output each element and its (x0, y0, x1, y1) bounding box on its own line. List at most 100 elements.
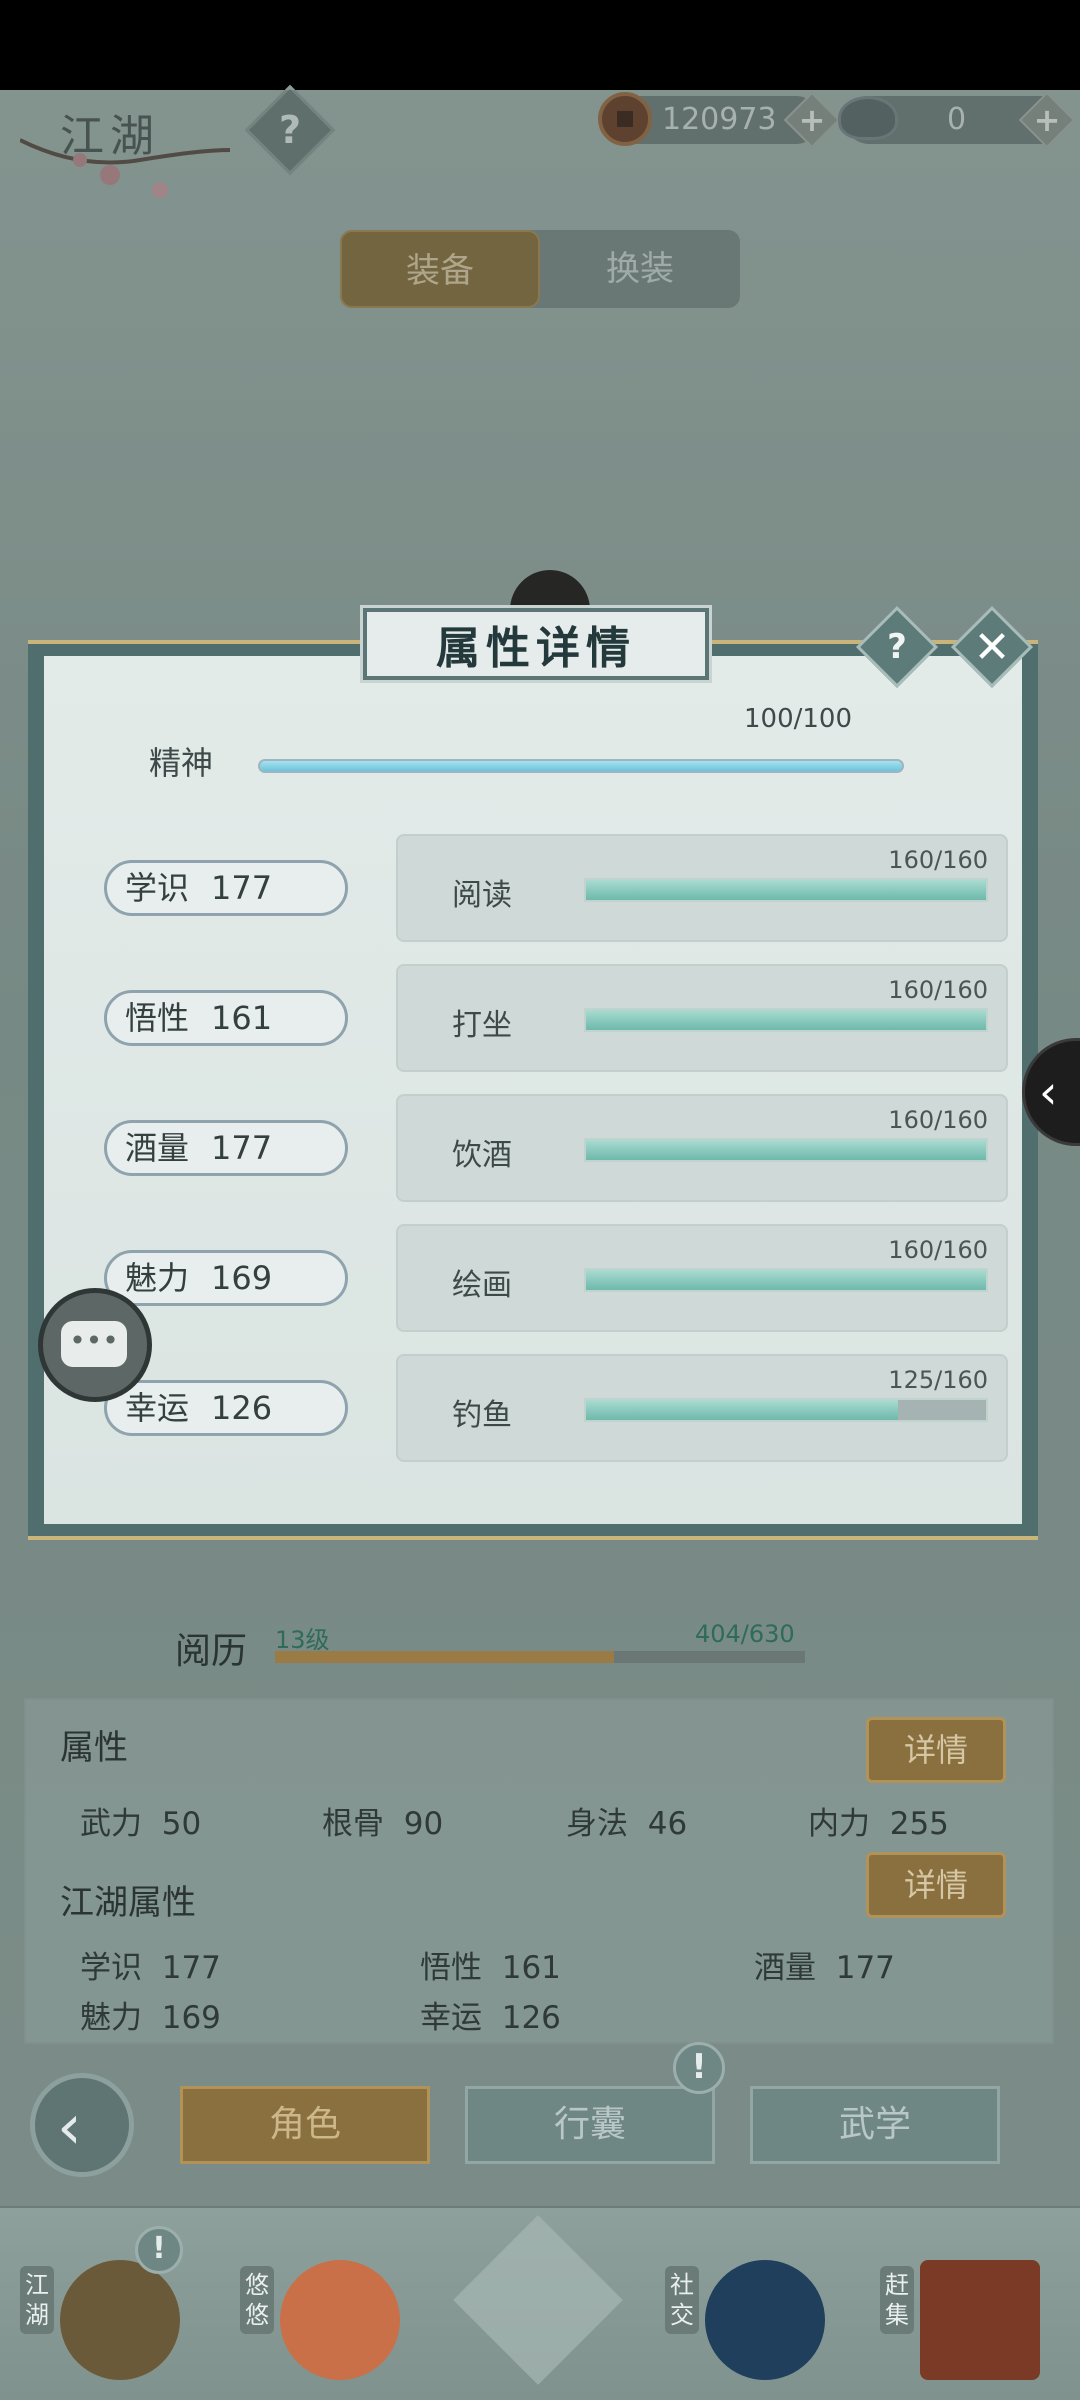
jianghu-stat-item: 幸运 126 (420, 1992, 561, 2037)
attributes-title: 属性 (60, 1728, 128, 1768)
activity-value: 160/160 (888, 1106, 988, 1134)
stat-value: 177 (161, 1950, 221, 1986)
experience-level: 13级 (275, 1626, 330, 1654)
activity-value: 125/160 (888, 1366, 988, 1394)
stat-name: 内力 (808, 1806, 870, 1842)
activity-row-1: 打坐 160/160 (396, 964, 1008, 1072)
attr-value: 177 (211, 1129, 273, 1167)
silver-ingot-icon (838, 96, 898, 140)
stat-name: 身法 (566, 1806, 628, 1842)
dock-label: 社交 (665, 2266, 699, 2334)
attr-pill-0: 学识 177 (104, 860, 348, 916)
stat-name: 武力 (80, 1806, 142, 1842)
experience-value: 404/630 (695, 1620, 795, 1648)
jianghu-detail-button[interactable]: 详情 (866, 1852, 1006, 1918)
activity-row-0: 阅读 160/160 (396, 834, 1008, 942)
attr-name: 酒量 (125, 1129, 190, 1167)
spirit-label: 精神 (149, 744, 214, 782)
activity-bar (584, 1138, 988, 1162)
tab-inventory[interactable]: 行囊 (465, 2086, 715, 2164)
attr-value: 161 (211, 999, 273, 1037)
tab-martial-arts[interactable]: 武学 (750, 2086, 1000, 2164)
copper-coin-icon (598, 92, 652, 146)
activity-bar (584, 1268, 988, 1292)
experience-bar (275, 1651, 805, 1663)
stat-name: 悟性 (420, 1950, 482, 1986)
tab-outfit[interactable]: 换装 (540, 230, 740, 308)
spirit-bar (258, 759, 904, 773)
activity-name: 阅读 (452, 878, 512, 913)
modal-title: 属性详情 (436, 623, 636, 674)
attr-name: 幸运 (125, 1389, 190, 1427)
chevron-left-icon: ‹ (1039, 1065, 1058, 1119)
inventory-alert-icon: ! (673, 2042, 725, 2094)
stat-value: 90 (403, 1806, 444, 1842)
modal-body: 精神 100/100 学识 177 阅读 160/160 悟性 161 打坐 160… (44, 656, 1022, 1524)
wave-icon (705, 2260, 825, 2380)
chat-icon: ••• (61, 1321, 127, 1367)
attr-name: 学识 (125, 869, 190, 907)
activity-value: 160/160 (888, 846, 988, 874)
jianghu-stat-item: 悟性 161 (420, 1942, 561, 1987)
activity-name: 饮酒 (452, 1138, 512, 1173)
jianghu-stat-item: 酒量 177 (754, 1942, 895, 1987)
experience-bar-fill (275, 1651, 615, 1663)
stat-item: 身法 46 (566, 1798, 687, 1843)
activity-bar-fill (586, 880, 986, 900)
activity-bar-fill (586, 1140, 986, 1160)
stat-item: 武力 50 (80, 1798, 201, 1843)
attr-pill-1: 悟性 161 (104, 990, 348, 1046)
activity-value: 160/160 (888, 1236, 988, 1264)
swallow-sun-icon (280, 2260, 400, 2380)
dock-youyou[interactable]: 悠悠 (240, 2240, 410, 2390)
attr-pill-2: 酒量 177 (104, 1120, 348, 1176)
stat-item: 内力 255 (808, 1798, 949, 1843)
tab-equipment[interactable]: 装备 (340, 230, 540, 308)
attribute-detail-modal: 精神 100/100 学识 177 阅读 160/160 悟性 161 打坐 160… (28, 605, 1038, 1540)
stat-name: 幸运 (420, 2000, 482, 2036)
coin-value: 120973 (662, 102, 777, 137)
question-icon: ? (887, 627, 907, 667)
stat-value: 50 (161, 1806, 202, 1842)
stat-name: 学识 (80, 1950, 142, 1986)
activity-bar-fill (586, 1010, 986, 1030)
activity-bar (584, 1008, 988, 1032)
spirit-value: 100/100 (744, 704, 853, 734)
activity-name: 钓鱼 (452, 1398, 512, 1433)
dock-social[interactable]: 社交 (665, 2240, 835, 2390)
stat-value: 169 (161, 2000, 221, 2036)
activity-row-3: 绘画 160/160 (396, 1224, 1008, 1332)
dock-label: 江湖 (20, 2266, 54, 2334)
modal-title-plate: 属性详情 (363, 608, 709, 680)
stat-value: 126 (501, 2000, 561, 2036)
activity-row-4: 钓鱼 125/160 (396, 1354, 1008, 1462)
activity-bar-fill (586, 1400, 898, 1420)
jianghu-stat-item: 魅力 169 (80, 1992, 221, 2037)
dock-label: 悠悠 (240, 2266, 274, 2334)
spirit-bar-fill (260, 761, 902, 771)
stat-value: 255 (889, 1806, 949, 1842)
close-icon: ✕ (973, 621, 1011, 673)
dock-label: 赶集 (880, 2266, 914, 2334)
attr-value: 126 (211, 1389, 273, 1427)
stat-value: 161 (501, 1950, 561, 1986)
stat-item: 根骨 90 (322, 1798, 443, 1843)
activity-bar (584, 878, 988, 902)
stat-value: 177 (835, 1950, 895, 1986)
attr-value: 177 (211, 869, 273, 907)
attr-name: 魅力 (125, 1259, 190, 1297)
silver-value: 0 (947, 102, 967, 137)
dock-alert-icon: ! (135, 2226, 183, 2274)
region-title: 江湖 (60, 111, 160, 162)
experience-label: 阅历 (175, 1631, 248, 1672)
activity-name: 绘画 (452, 1268, 512, 1303)
attr-name: 悟性 (125, 999, 190, 1037)
jianghu-stat-item: 学识 177 (80, 1942, 221, 1987)
dock-market[interactable]: 赶集 (880, 2240, 1050, 2390)
activity-name: 打坐 (452, 1008, 512, 1043)
activity-bar-fill (586, 1270, 986, 1290)
attributes-detail-button[interactable]: 详情 (866, 1717, 1006, 1783)
tab-character[interactable]: 角色 (180, 2086, 430, 2164)
chat-button[interactable]: ••• (38, 1288, 152, 1402)
back-button[interactable]: ‹ (30, 2073, 134, 2177)
